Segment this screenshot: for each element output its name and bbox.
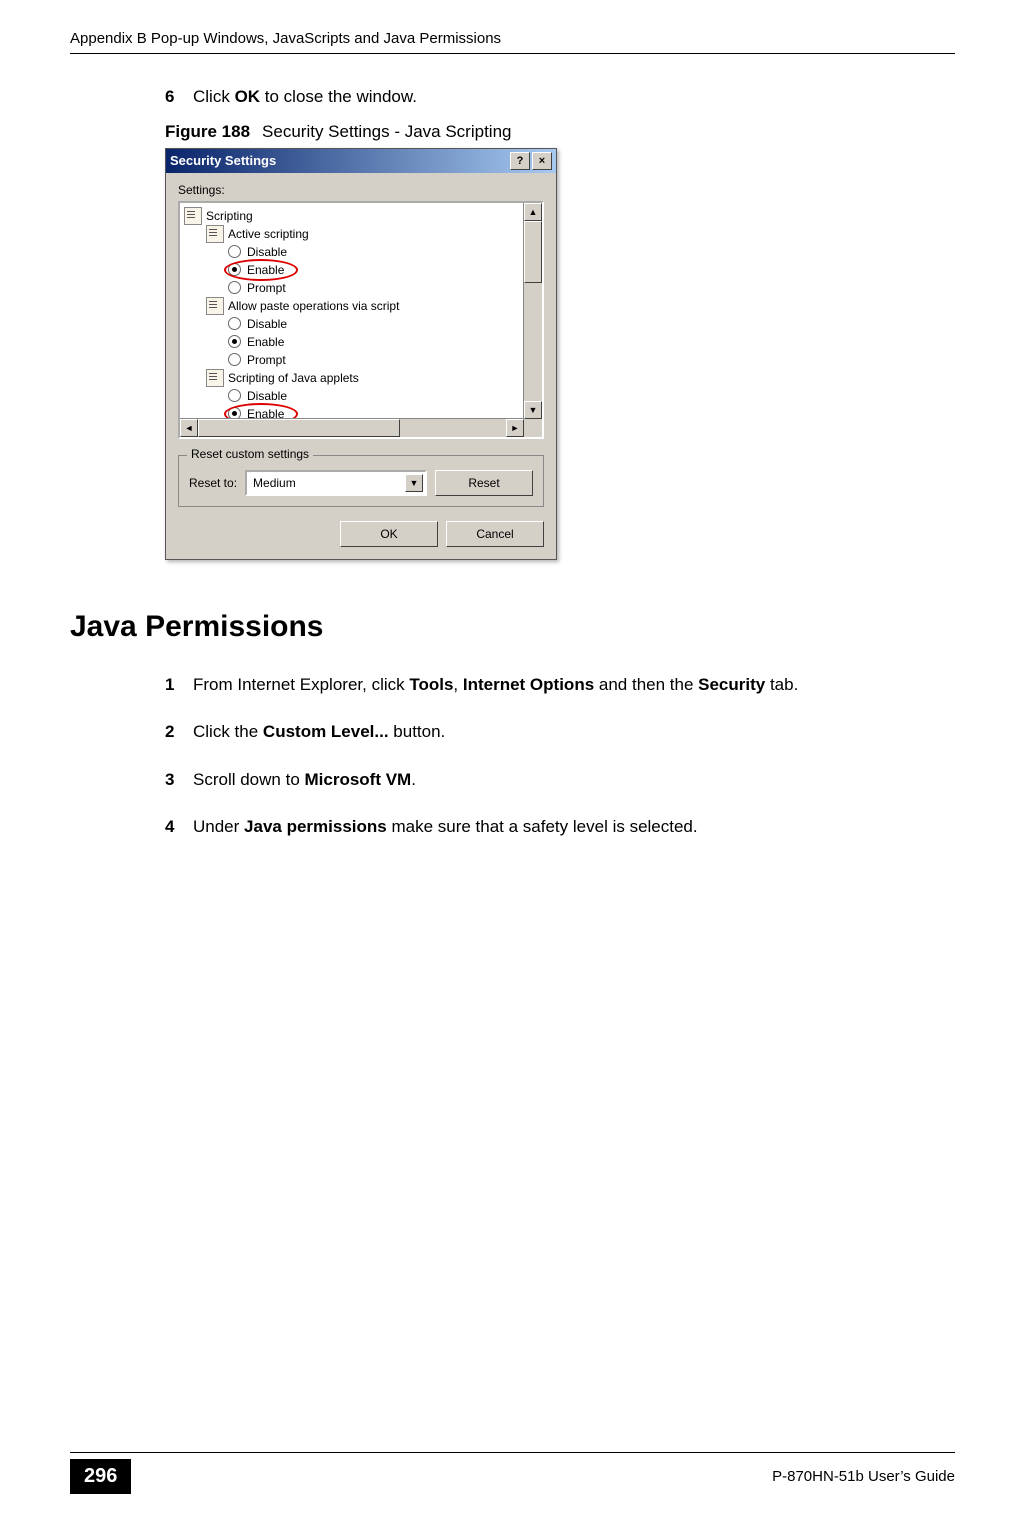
groupbox-legend: Reset custom settings	[187, 447, 313, 461]
script-icon	[206, 225, 224, 243]
reset-level-value: Medium	[253, 476, 296, 490]
radio-icon[interactable]	[228, 389, 241, 402]
appendix-title: Appendix B Pop-up Windows, JavaScripts a…	[70, 30, 501, 47]
close-icon[interactable]: ×	[532, 152, 552, 170]
step-6: 6 Click OK to close the window.	[165, 84, 955, 110]
scroll-left-icon[interactable]: ◄	[180, 419, 198, 437]
scroll-thumb[interactable]	[198, 419, 400, 437]
radio-icon[interactable]	[228, 335, 241, 348]
dialog-title: Security Settings	[170, 153, 276, 168]
chevron-down-icon[interactable]: ▼	[405, 474, 423, 492]
step-4-text: Under Java permissions make sure that a …	[193, 814, 698, 840]
ok-button[interactable]: OK	[340, 521, 438, 547]
radio-icon[interactable]	[228, 353, 241, 366]
reset-to-label: Reset to:	[189, 476, 237, 490]
step-1-num: 1	[165, 672, 193, 698]
horizontal-scrollbar[interactable]: ◄ ►	[180, 418, 524, 437]
script-icon	[206, 369, 224, 387]
figure-number: Figure 188	[165, 122, 250, 141]
scroll-right-icon[interactable]: ►	[506, 419, 524, 437]
scroll-up-icon[interactable]: ▲	[524, 203, 542, 221]
step-4-num: 4	[165, 814, 193, 840]
reset-groupbox: Reset custom settings Reset to: Medium ▼…	[178, 455, 544, 507]
security-settings-dialog: Security Settings ? × Settings: Scriptin…	[165, 148, 557, 560]
page-number: 296	[70, 1459, 131, 1494]
guide-name: P-870HN-51b User’s Guide	[772, 1468, 955, 1485]
figure-title: Security Settings - Java Scripting	[262, 122, 511, 141]
step-2-text: Click the Custom Level... button.	[193, 719, 445, 745]
step-2-num: 2	[165, 719, 193, 745]
step-3-text: Scroll down to Microsoft VM.	[193, 767, 416, 793]
step-1: 1 From Internet Explorer, click Tools, I…	[165, 672, 955, 698]
radio-icon[interactable]	[228, 245, 241, 258]
reset-button[interactable]: Reset	[435, 470, 533, 496]
step-6-text: Click OK to close the window.	[193, 84, 417, 110]
help-icon[interactable]: ?	[510, 152, 530, 170]
scroll-thumb[interactable]	[524, 221, 542, 283]
step-6-num: 6	[165, 84, 193, 110]
script-icon	[206, 297, 224, 315]
section-heading: Java Permissions	[70, 610, 955, 644]
dialog-titlebar: Security Settings ? ×	[166, 149, 556, 173]
settings-label: Settings:	[178, 183, 544, 197]
step-1-text: From Internet Explorer, click Tools, Int…	[193, 672, 798, 698]
radio-icon[interactable]	[228, 263, 241, 276]
vertical-scrollbar[interactable]: ▲ ▼	[523, 203, 542, 419]
step-3-num: 3	[165, 767, 193, 793]
cancel-button[interactable]: Cancel	[446, 521, 544, 547]
step-4: 4 Under Java permissions make sure that …	[165, 814, 955, 840]
scroll-corner	[524, 419, 542, 437]
reset-level-select[interactable]: Medium ▼	[245, 470, 427, 496]
step-2: 2 Click the Custom Level... button.	[165, 719, 955, 745]
settings-tree[interactable]: Scripting Active scripting Disable Enabl…	[178, 201, 544, 439]
step-3: 3 Scroll down to Microsoft VM.	[165, 767, 955, 793]
radio-icon[interactable]	[228, 281, 241, 294]
radio-icon[interactable]	[228, 317, 241, 330]
figure-caption: Figure 188 Security Settings - Java Scrip…	[165, 122, 955, 142]
script-icon	[184, 207, 202, 225]
scroll-down-icon[interactable]: ▼	[524, 401, 542, 419]
